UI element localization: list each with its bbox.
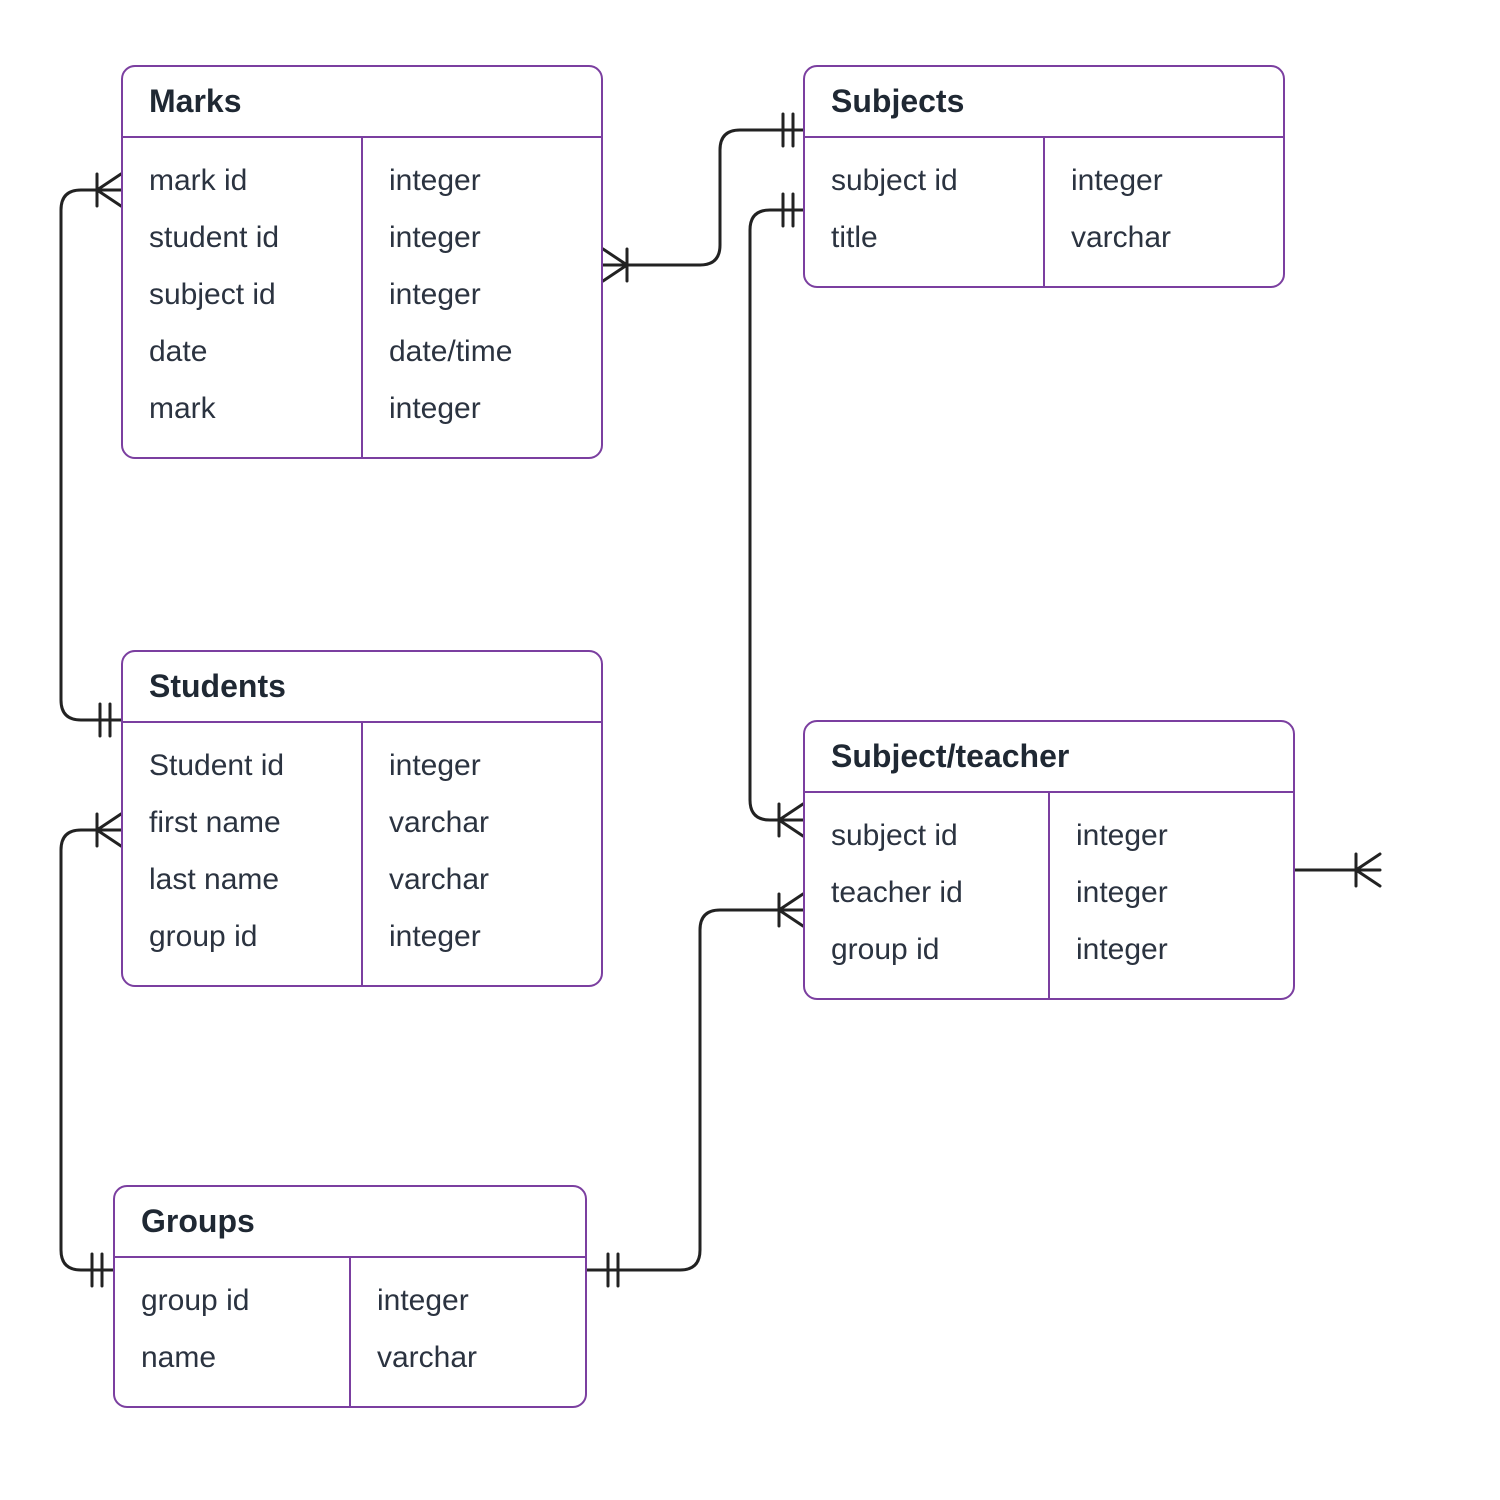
field-type: varchar: [377, 1329, 559, 1386]
entity-subject-teacher: Subject/teacher subject id teacher id gr…: [803, 720, 1295, 1000]
field-type: integer: [389, 209, 575, 266]
entity-marks: Marks mark id student id subject id date…: [121, 65, 603, 459]
field-type: integer: [1076, 921, 1267, 978]
entity-title: Subject/teacher: [805, 722, 1293, 793]
entity-groups: Groups group id name integer varchar: [113, 1185, 587, 1408]
field-name: Student id: [149, 737, 335, 794]
entity-subjects: Subjects subject id title integer varcha…: [803, 65, 1285, 288]
field-type: integer: [389, 152, 575, 209]
field-type: varchar: [389, 851, 575, 908]
field-name: date: [149, 323, 335, 380]
field-name: group id: [149, 908, 335, 965]
field-type: integer: [1071, 152, 1257, 209]
field-type: integer: [389, 266, 575, 323]
field-name: subject id: [831, 152, 1017, 209]
field-name: student id: [149, 209, 335, 266]
field-name: first name: [149, 794, 335, 851]
field-name: name: [141, 1329, 323, 1386]
field-name: mark: [149, 380, 335, 437]
field-type: integer: [1076, 864, 1267, 921]
field-name: subject id: [149, 266, 335, 323]
field-type: date/time: [389, 323, 575, 380]
field-name: group id: [141, 1272, 323, 1329]
field-name: mark id: [149, 152, 335, 209]
field-name: last name: [149, 851, 335, 908]
entity-title: Groups: [115, 1187, 585, 1258]
field-name: title: [831, 209, 1017, 266]
field-name: group id: [831, 921, 1022, 978]
entity-title: Subjects: [805, 67, 1283, 138]
field-type: integer: [377, 1272, 559, 1329]
field-name: subject id: [831, 807, 1022, 864]
field-type: varchar: [1071, 209, 1257, 266]
field-name: teacher id: [831, 864, 1022, 921]
entity-students: Students Student id first name last name…: [121, 650, 603, 987]
field-type: integer: [389, 737, 575, 794]
entity-title: Marks: [123, 67, 601, 138]
field-type: varchar: [389, 794, 575, 851]
field-type: integer: [1076, 807, 1267, 864]
entity-title: Students: [123, 652, 601, 723]
field-type: integer: [389, 908, 575, 965]
field-type: integer: [389, 380, 575, 437]
